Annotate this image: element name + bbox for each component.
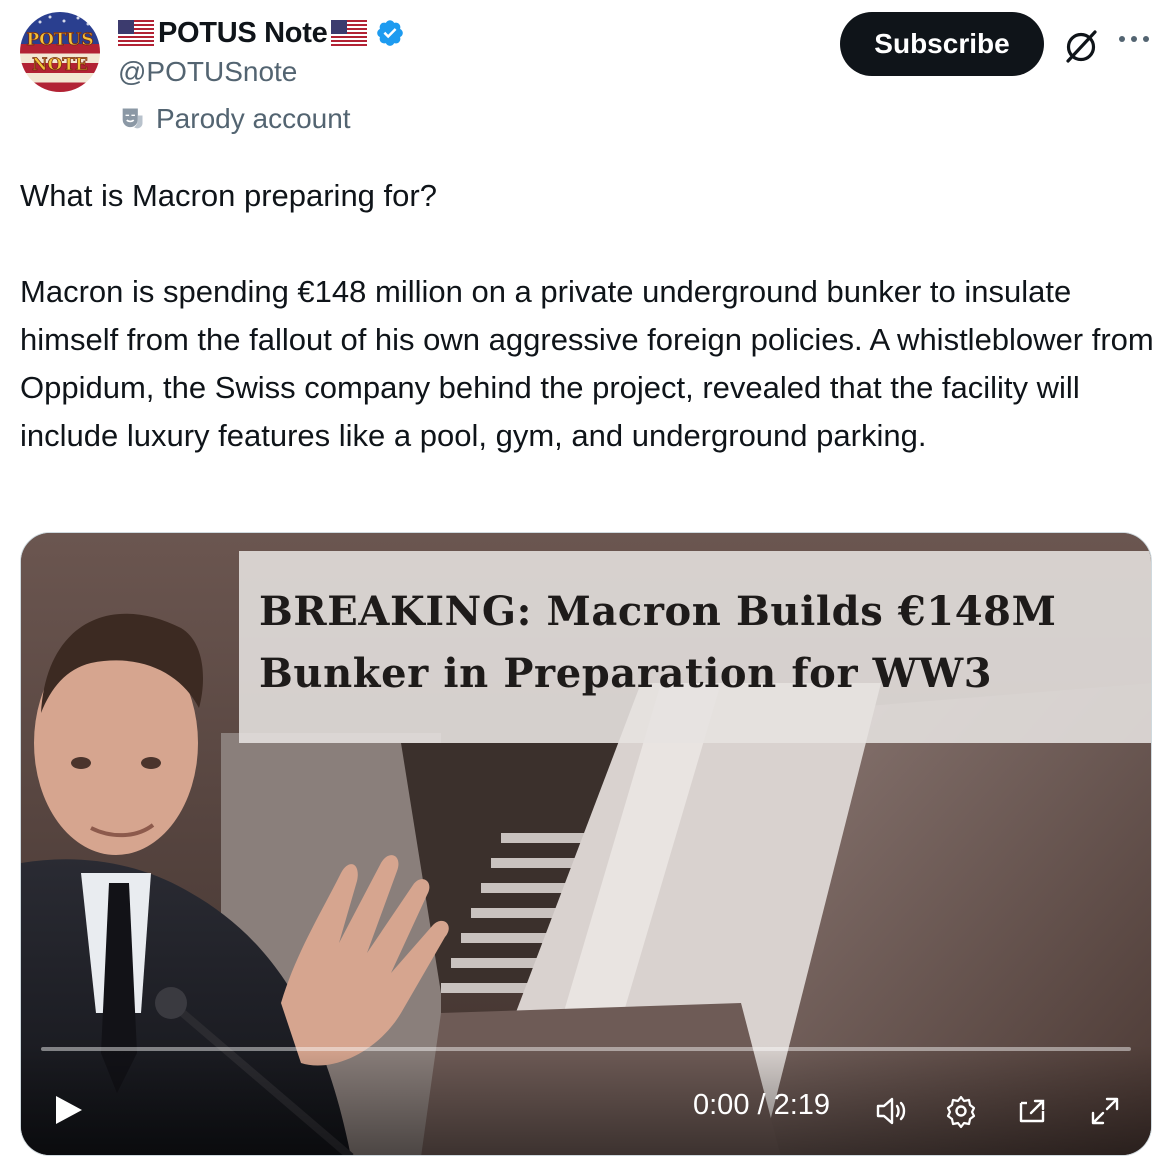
video-headline: BREAKING: Macron Builds €148M Bunker in …	[259, 581, 1149, 705]
avatar-text-1: POTUS	[26, 30, 93, 50]
parody-label: Parody account	[118, 103, 351, 135]
settings-icon[interactable]	[943, 1093, 979, 1129]
fullscreen-icon[interactable]	[1087, 1093, 1123, 1129]
video-time: 0:00 / 2:19	[693, 1089, 831, 1121]
parody-text: Parody account	[156, 103, 351, 134]
theater-mask-icon	[122, 108, 143, 129]
play-icon[interactable]	[51, 1093, 85, 1127]
more-icon[interactable]	[1114, 24, 1154, 54]
tweet-body: Macron is spending €148 million on a pri…	[20, 274, 1154, 453]
video-controls	[21, 1045, 1151, 1155]
author-name-row[interactable]: POTUS Note	[118, 14, 405, 52]
tweet-card: POTUS NOTE POTUS Note @POTUSnote Parody …	[0, 0, 1172, 1174]
us-flag-icon	[118, 20, 154, 46]
avatar[interactable]: POTUS NOTE	[20, 12, 100, 92]
display-name[interactable]: POTUS Note	[158, 17, 328, 50]
subscribe-button[interactable]: Subscribe	[840, 12, 1044, 76]
video-player[interactable]: BREAKING: Macron Builds €148M Bunker in …	[20, 532, 1152, 1156]
us-flag-icon	[331, 20, 368, 46]
progress-bar[interactable]	[41, 1047, 1131, 1051]
video-headline-line1: BREAKING: Macron Builds €148M	[259, 588, 1057, 635]
author-handle[interactable]: @POTUSnote	[118, 56, 297, 88]
volume-icon[interactable]	[873, 1093, 909, 1129]
tweet-text: What is Macron preparing for? Macron is …	[20, 172, 1160, 460]
verified-badge-icon[interactable]	[375, 18, 405, 48]
picture-in-picture-icon[interactable]	[1015, 1093, 1051, 1129]
video-headline-line2: Bunker in Preparation for WW3	[259, 650, 993, 697]
grok-icon[interactable]	[1062, 28, 1100, 66]
tweet-question: What is Macron preparing for?	[20, 178, 437, 213]
avatar-text-2: NOTE	[32, 55, 88, 75]
